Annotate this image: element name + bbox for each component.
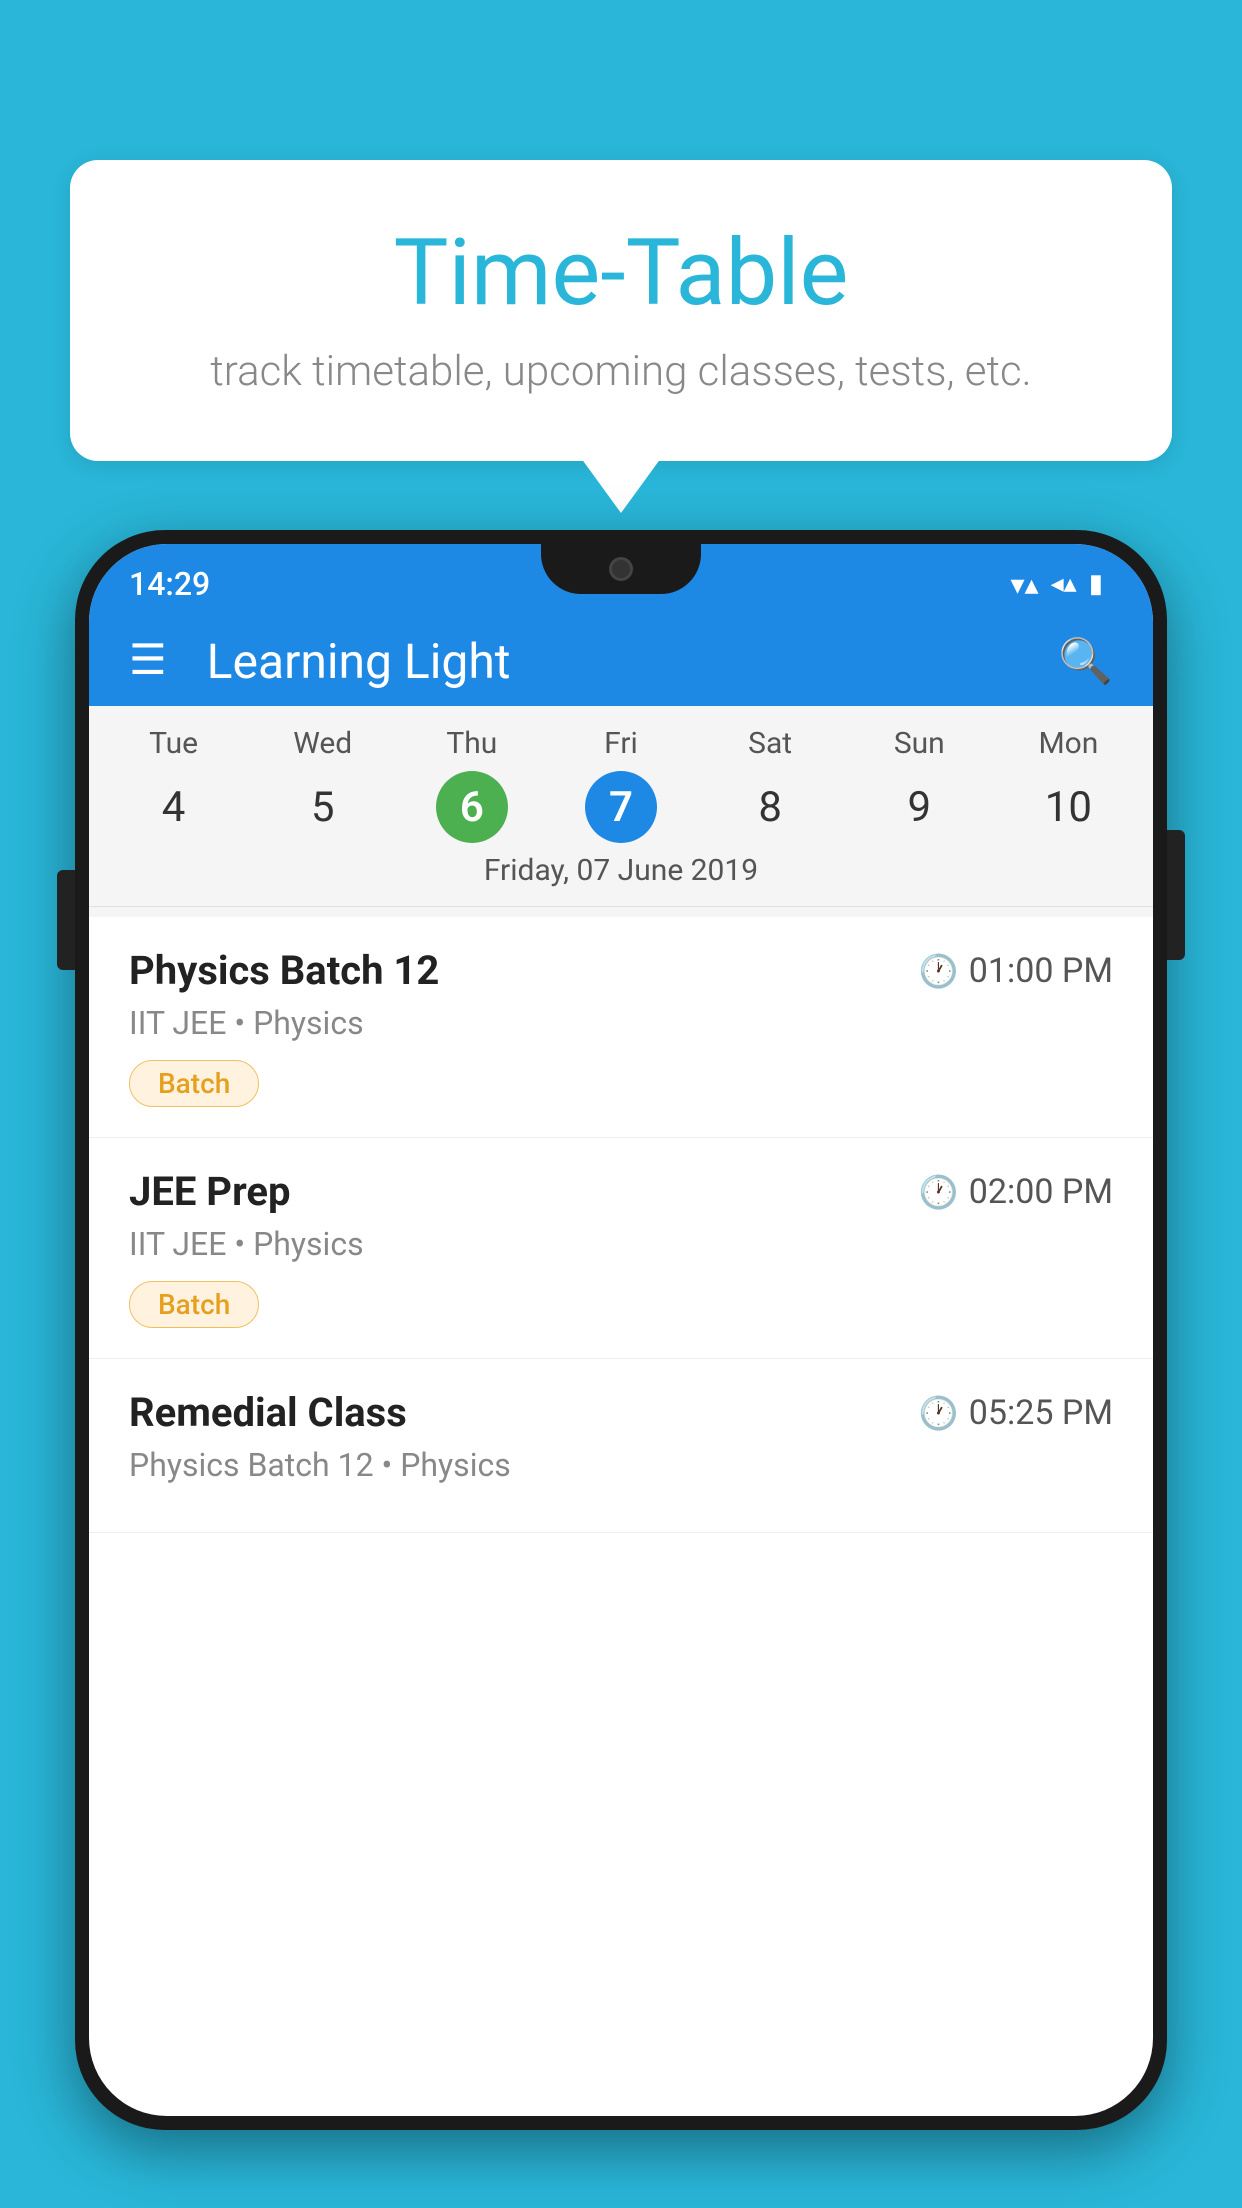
schedule-list: Physics Batch 12 🕐 01:00 PM IIT JEE • Physi…	[89, 917, 1153, 1533]
schedule-time: 🕐 05:25 PM	[919, 1393, 1113, 1433]
time-text: 01:00 PM	[969, 951, 1113, 991]
hamburger-icon[interactable]: ☰	[129, 640, 167, 682]
day-number[interactable]: 9	[883, 771, 955, 843]
schedule-time: 🕐 02:00 PM	[919, 1172, 1113, 1212]
schedule-item-top: Remedial Class 🕐 05:25 PM	[129, 1389, 1113, 1436]
search-icon[interactable]: 🔍	[1058, 635, 1113, 687]
wifi-icon: ▾▴	[1010, 568, 1038, 601]
schedule-item[interactable]: Remedial Class 🕐 05:25 PM Physics Batch 12 …	[89, 1359, 1153, 1533]
day-number[interactable]: 10	[1032, 771, 1104, 843]
speech-bubble-container: Time-Table track timetable, upcoming cla…	[70, 160, 1172, 461]
schedule-item[interactable]: JEE Prep 🕐 02:00 PM IIT JEE • Physics Batch	[89, 1138, 1153, 1359]
schedule-item-top: Physics Batch 12 🕐 01:00 PM	[129, 947, 1113, 994]
day-col[interactable]: Tue 4	[99, 726, 248, 843]
schedule-name: JEE Prep	[129, 1168, 290, 1215]
day-label: Sat	[748, 726, 792, 761]
day-label: Sun	[894, 726, 945, 761]
app-header: ☰ Learning Light 🔍	[89, 616, 1153, 706]
day-label: Thu	[446, 726, 497, 761]
clock-icon: 🕐	[919, 1173, 959, 1211]
day-col[interactable]: Fri 7	[546, 726, 695, 843]
day-label: Wed	[293, 726, 352, 761]
phone-outer: 14:29 ▾▴ ◂▴ ▮ ☰ Learning Light 🔍 Tue 4 Wed…	[75, 530, 1167, 2130]
signal-icon: ◂▴	[1051, 569, 1077, 599]
status-time: 14:29	[129, 565, 210, 603]
day-col[interactable]: Sat 8	[696, 726, 845, 843]
schedule-item-top: JEE Prep 🕐 02:00 PM	[129, 1168, 1113, 1215]
schedule-name: Remedial Class	[129, 1389, 407, 1436]
day-number[interactable]: 8	[734, 771, 806, 843]
schedule-time: 🕐 01:00 PM	[919, 951, 1113, 991]
bubble-title: Time-Table	[150, 220, 1092, 327]
clock-icon: 🕐	[919, 1394, 959, 1432]
calendar-bar: Tue 4 Wed 5 Thu 6 Fri 7 Sat 8 Sun 9 Mon 10 Friday, 07…	[89, 706, 1153, 917]
time-text: 02:00 PM	[969, 1172, 1113, 1212]
schedule-sub: Physics Batch 12 • Physics	[129, 1446, 1113, 1484]
battery-icon: ▮	[1089, 569, 1103, 599]
phone-mockup: 14:29 ▾▴ ◂▴ ▮ ☰ Learning Light 🔍 Tue 4 Wed…	[75, 530, 1167, 2208]
phone-inner: 14:29 ▾▴ ◂▴ ▮ ☰ Learning Light 🔍 Tue 4 Wed…	[89, 544, 1153, 2116]
day-number[interactable]: 6	[436, 771, 508, 843]
day-number[interactable]: 5	[287, 771, 359, 843]
day-col[interactable]: Thu 6	[397, 726, 546, 843]
day-label: Tue	[149, 726, 198, 761]
day-number[interactable]: 7	[585, 771, 657, 843]
time-text: 05:25 PM	[969, 1393, 1113, 1433]
day-label: Mon	[1038, 726, 1098, 761]
status-icons: ▾▴ ◂▴ ▮	[1010, 568, 1103, 601]
schedule-sub: IIT JEE • Physics	[129, 1004, 1113, 1042]
batch-tag: Batch	[129, 1060, 259, 1107]
schedule-item[interactable]: Physics Batch 12 🕐 01:00 PM IIT JEE • Physi…	[89, 917, 1153, 1138]
bubble-subtitle: track timetable, upcoming classes, tests…	[150, 347, 1092, 396]
schedule-name: Physics Batch 12	[129, 947, 439, 994]
days-row: Tue 4 Wed 5 Thu 6 Fri 7 Sat 8 Sun 9 Mon 10	[89, 726, 1153, 843]
day-number[interactable]: 4	[138, 771, 210, 843]
camera	[609, 557, 633, 581]
clock-icon: 🕐	[919, 952, 959, 990]
day-label: Fri	[604, 726, 638, 761]
day-col[interactable]: Mon 10	[994, 726, 1143, 843]
selected-date-label: Friday, 07 June 2019	[89, 843, 1153, 907]
app-title: Learning Light	[207, 633, 1059, 690]
day-col[interactable]: Wed 5	[248, 726, 397, 843]
batch-tag: Batch	[129, 1281, 259, 1328]
phone-notch	[541, 544, 701, 594]
speech-bubble: Time-Table track timetable, upcoming cla…	[70, 160, 1172, 461]
schedule-sub: IIT JEE • Physics	[129, 1225, 1113, 1263]
day-col[interactable]: Sun 9	[845, 726, 994, 843]
